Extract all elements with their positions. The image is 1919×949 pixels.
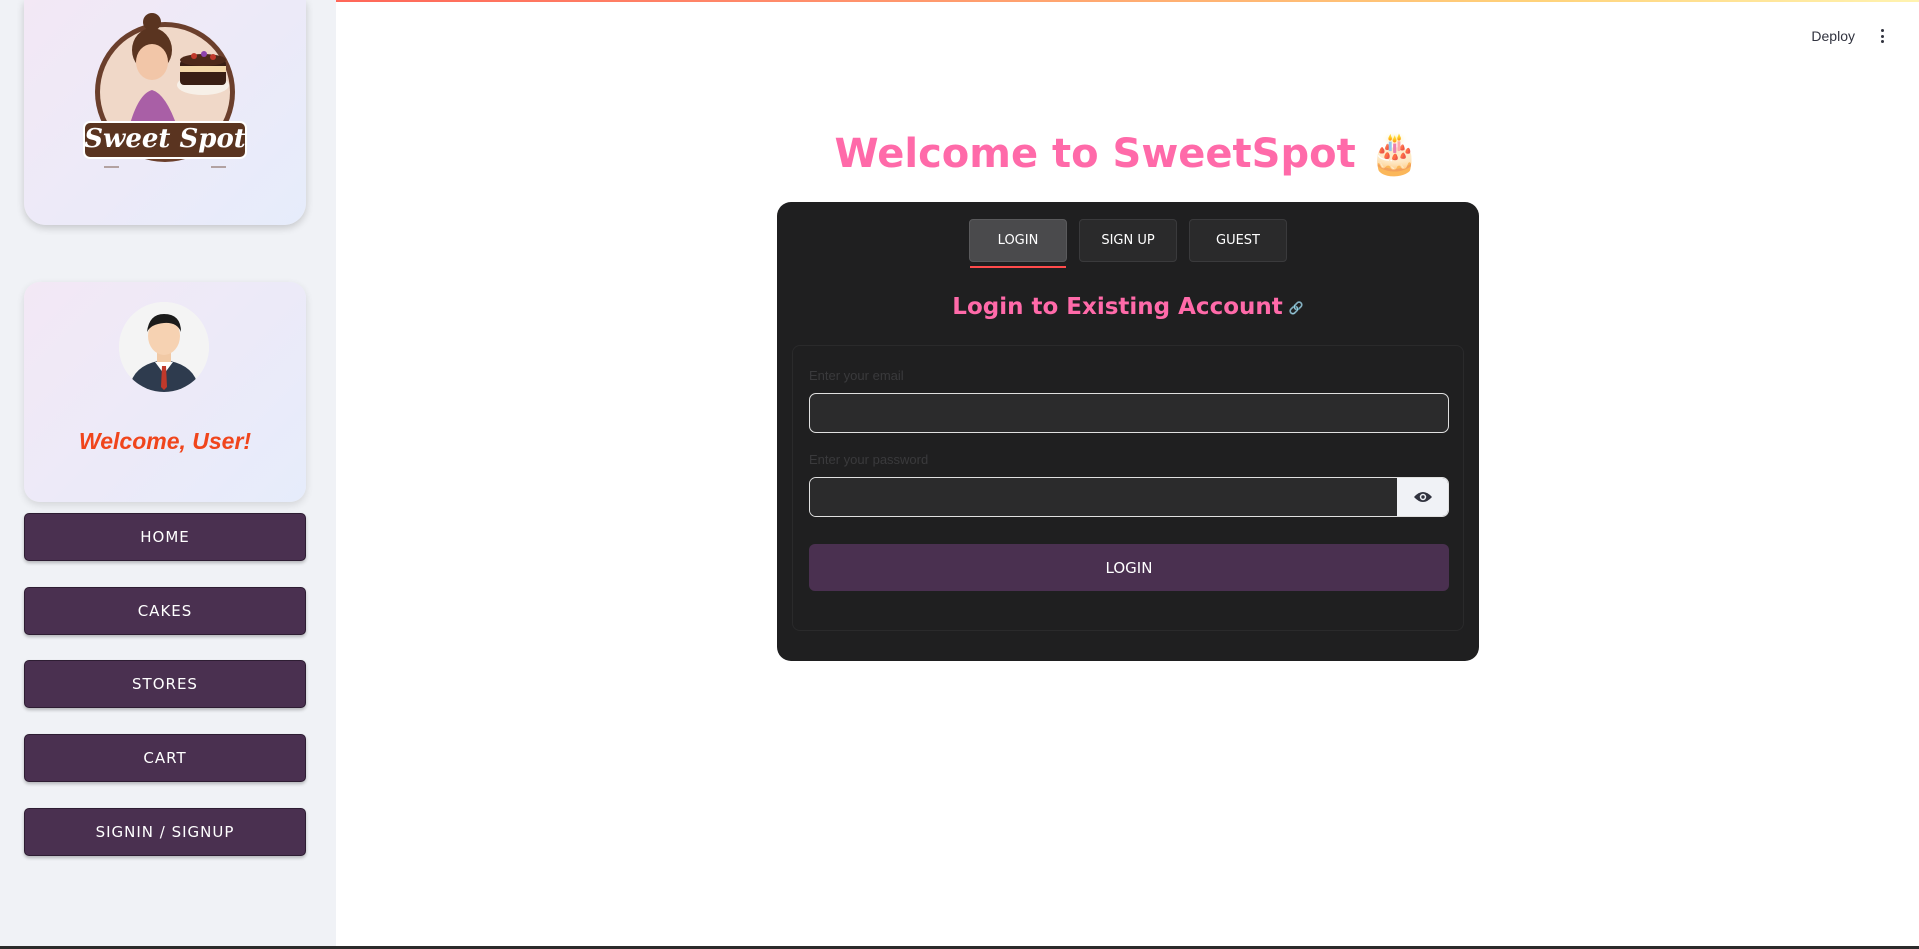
nav-home-button[interactable]: HOME [24,513,306,561]
nav-stores-button[interactable]: STORES [24,660,306,708]
email-label: Enter your email [809,368,904,383]
welcome-user-text: Welcome, User! [78,428,252,454]
header-actions: Deploy [1811,26,1889,46]
password-field[interactable] [810,478,1397,516]
sweet-spot-logo: Sweet Spot [83,13,247,168]
sidebar: Sweet Spot Welcome, User! HOME CAKES STO… [0,0,336,946]
anchor-link-icon[interactable]: 🔗 [1289,301,1304,315]
login-form: Enter your email Enter your password LOG… [792,345,1464,631]
logo-card: Sweet Spot [24,0,306,225]
auth-tabs: LOGIN SIGN UP GUEST [777,219,1479,268]
deploy-button[interactable]: Deploy [1811,28,1855,44]
nav-signin-signup-button[interactable]: SIGNIN / SIGNUP [24,808,306,856]
svg-text:Sweet Spot: Sweet Spot [84,124,246,154]
login-submit-button[interactable]: LOGIN [809,544,1449,591]
profile-card: Welcome, User! [24,282,306,502]
page-title: Welcome to SweetSpot 🎂 [834,131,1420,177]
user-avatar [119,302,209,392]
kebab-menu-icon[interactable] [1875,26,1889,46]
login-heading-text: Login to Existing Account [952,294,1283,320]
tab-login[interactable]: LOGIN [969,219,1067,268]
password-label: Enter your password [809,452,929,467]
login-heading: Login to Existing Account 🔗 [777,294,1479,320]
tab-guest[interactable]: GUEST [1189,219,1287,262]
eye-icon[interactable] [1397,478,1448,516]
nav-cakes-button[interactable]: CAKES [24,587,306,635]
email-field[interactable] [809,393,1449,433]
tab-sign-up[interactable]: SIGN UP [1079,219,1177,262]
nav-cart-button[interactable]: CART [24,734,306,782]
login-panel: LOGIN SIGN UP GUEST Login to Existing Ac… [777,202,1479,661]
password-field-wrapper [809,477,1449,517]
